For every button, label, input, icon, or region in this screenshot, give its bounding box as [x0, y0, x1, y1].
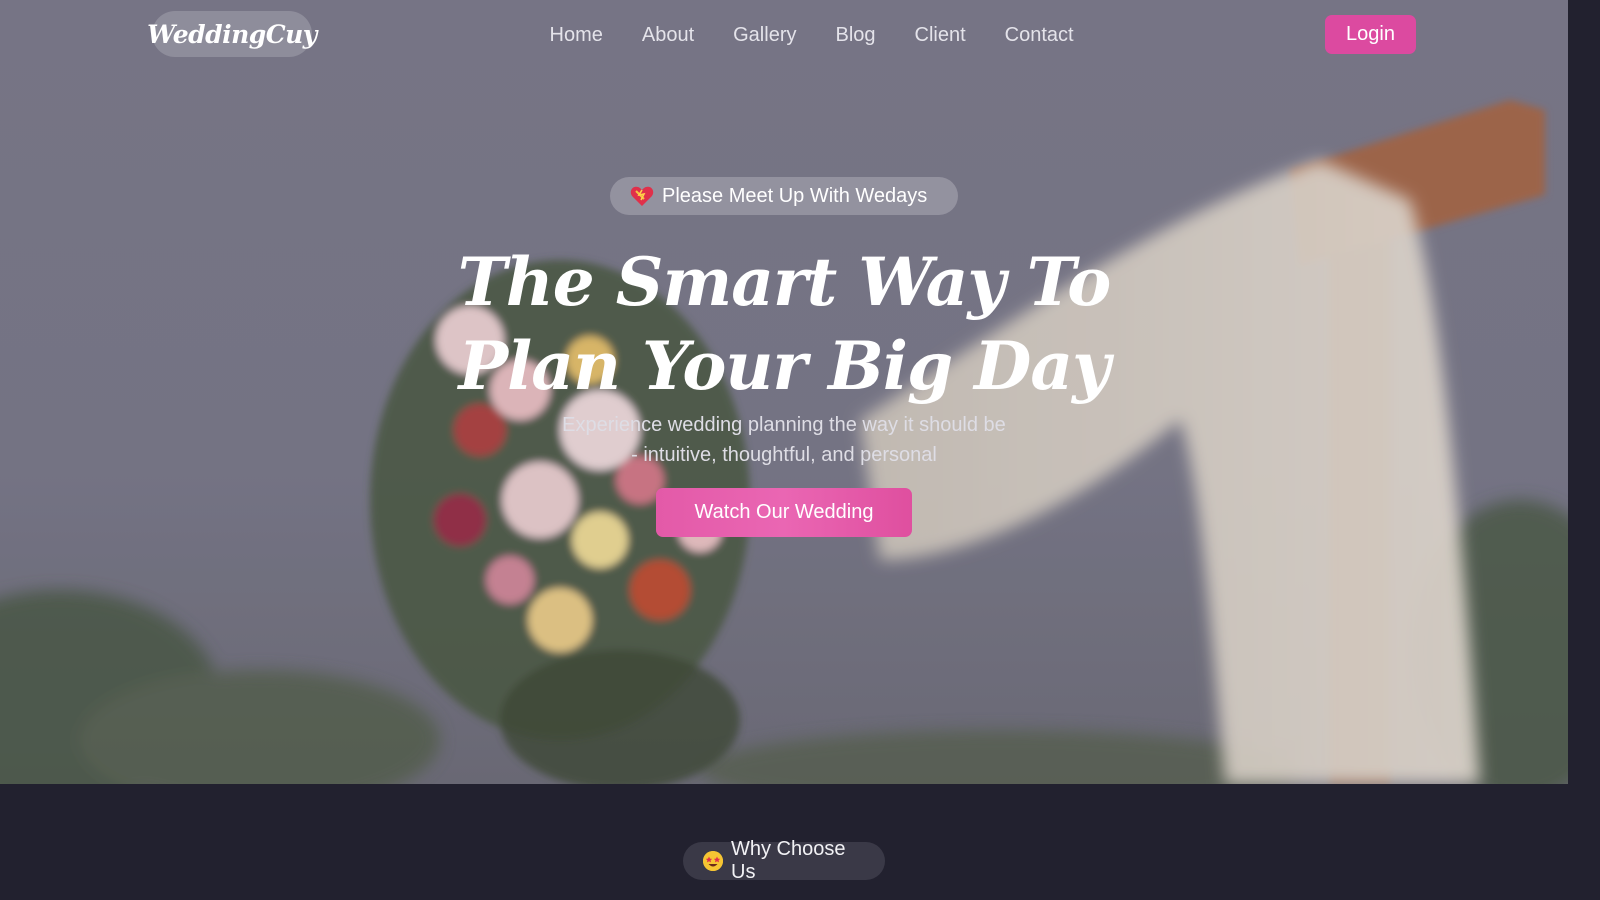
login-button[interactable]: Login — [1325, 15, 1416, 54]
hero-subtitle-line-1: Experience wedding planning the way it s… — [562, 414, 1006, 436]
nav-link-blog[interactable]: Blog — [816, 18, 895, 52]
section-badge-text: Why Choose Us — [731, 838, 846, 883]
nav-links: Home About Gallery Blog Client Contact — [530, 18, 1093, 52]
watch-wedding-button[interactable]: Watch Our Wedding — [656, 488, 912, 537]
nav-link-about[interactable]: About — [622, 18, 713, 52]
nav-link-contact[interactable]: Contact — [985, 18, 1093, 52]
star-struck-emoji-icon — [703, 851, 723, 871]
heart-icon — [630, 185, 654, 207]
hero-subtitle-line-2: - intuitive, thoughtful, and personal — [631, 444, 937, 466]
hero-badge: Please Meet Up With Wedays — [610, 177, 958, 215]
nav-link-client[interactable]: Client — [895, 18, 985, 52]
nav-link-home[interactable]: Home — [530, 18, 622, 52]
brand-logo[interactable]: WeddingCuy — [147, 11, 317, 57]
top-navbar: WeddingCuy Home About Gallery Blog Clien… — [0, 0, 1568, 70]
hero-title-line-1: The Smart Way To — [457, 243, 1112, 321]
hero-subtitle: Experience wedding planning the way it s… — [534, 410, 1034, 470]
nav-link-gallery[interactable]: Gallery — [714, 18, 816, 52]
hero-title-line-2: Plan Your Big Day — [458, 327, 1111, 405]
section-badge: Why Choose Us — [683, 838, 885, 883]
hero-badge-text: Please Meet Up With Wedays — [662, 184, 928, 207]
hero-title: The Smart Way To Plan Your Big Day — [384, 240, 1184, 408]
